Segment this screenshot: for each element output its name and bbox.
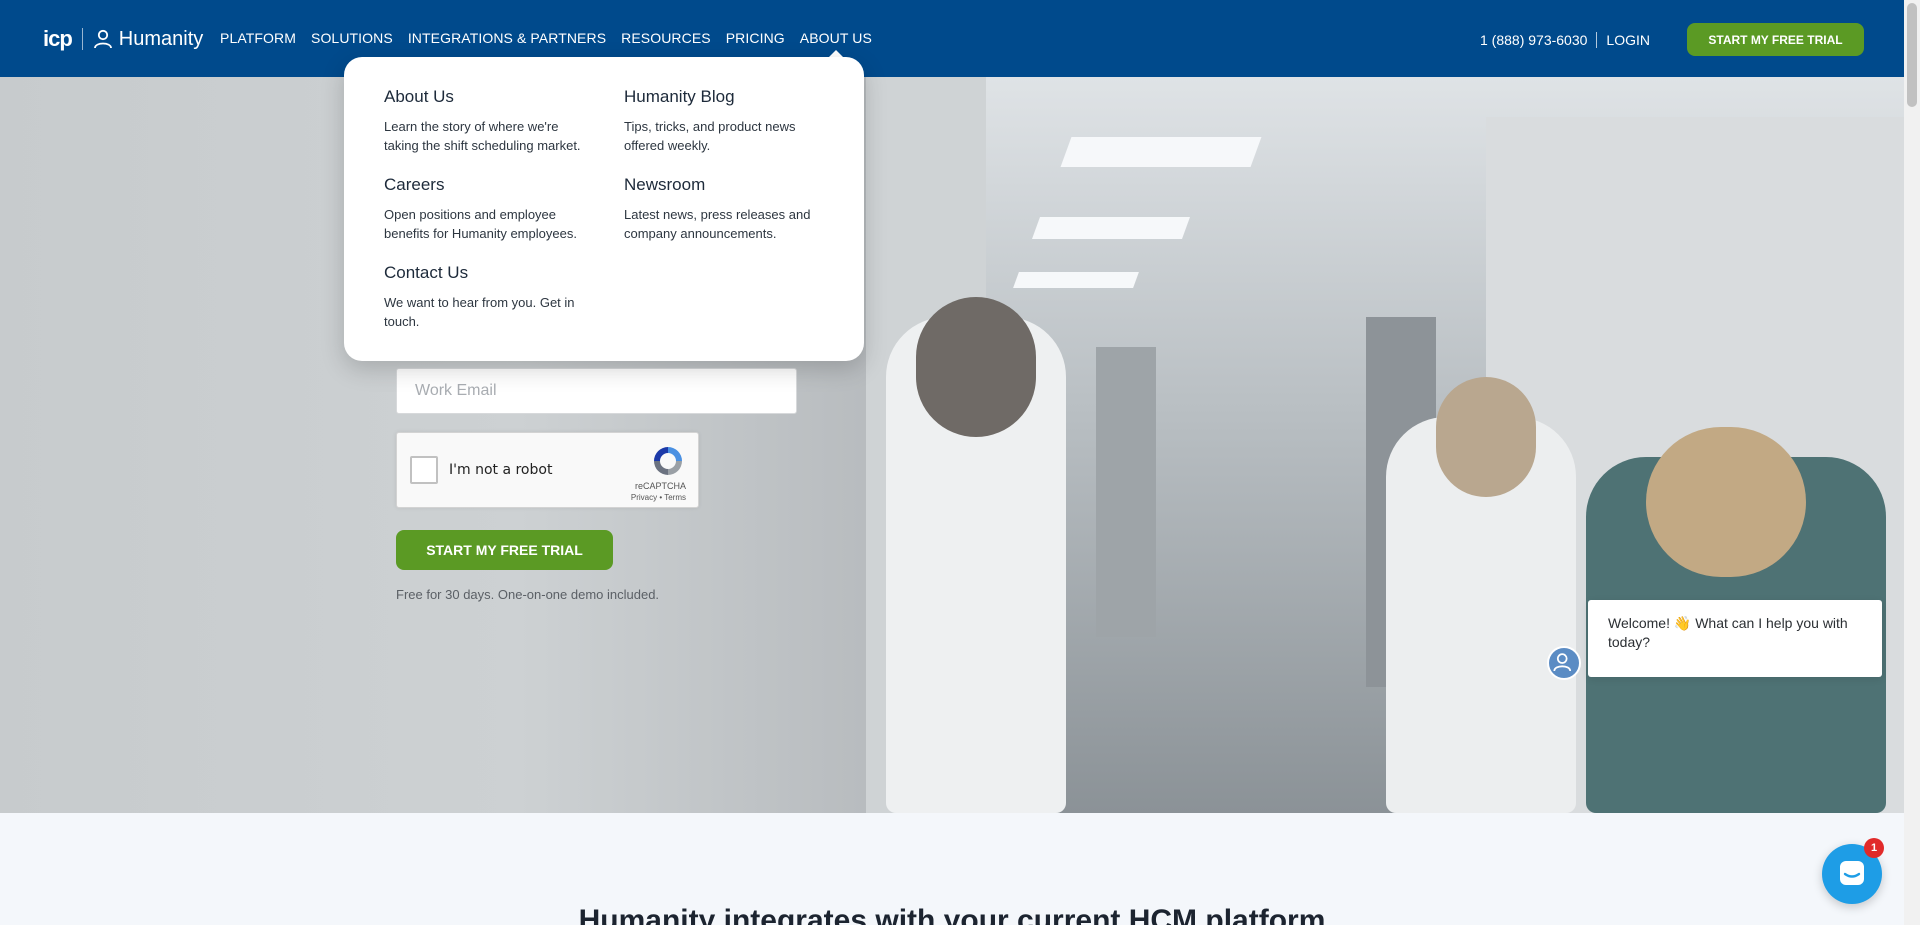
dropdown-item-description: We want to hear from you. Get in touch. bbox=[384, 295, 575, 329]
nurse-hair bbox=[1646, 427, 1806, 577]
nav-platform[interactable]: PLATFORM bbox=[220, 30, 296, 46]
ceiling-light bbox=[1060, 137, 1262, 167]
dropdown-item-description: Latest news, press releases and company … bbox=[624, 207, 811, 241]
dropdown-item-about-us[interactable]: About Us Learn the story of where we're … bbox=[384, 87, 594, 155]
ceiling-light bbox=[1013, 272, 1139, 288]
humanity-logo-text: Humanity bbox=[118, 27, 204, 50]
nav-integrations-partners[interactable]: INTEGRATIONS & PARTNERS bbox=[408, 30, 606, 46]
nav-pricing[interactable]: PRICING bbox=[726, 30, 785, 46]
chat-welcome-message: Welcome! 👋 What can I help you with toda… bbox=[1608, 615, 1848, 650]
dropdown-item-title: Contact Us bbox=[384, 263, 469, 282]
icp-logo-text: icp bbox=[43, 26, 73, 51]
dropdown-item-description: Tips, tricks, and product news offered w… bbox=[624, 119, 796, 153]
recaptcha-brand: reCAPTCHA bbox=[634, 481, 686, 491]
logo-divider bbox=[81, 28, 83, 50]
main-nav: PLATFORM SOLUTIONS INTEGRATIONS & PARTNE… bbox=[220, 30, 872, 58]
dropdown-item-title: Careers bbox=[384, 175, 445, 194]
ceiling-light bbox=[1031, 217, 1191, 239]
free-trial-note: Free for 30 days. One-on-one demo includ… bbox=[396, 587, 660, 602]
scrollbar-thumb[interactable] bbox=[1907, 3, 1917, 107]
dropdown-item-description: Open positions and employee benefits for… bbox=[384, 207, 577, 241]
nav-about-us[interactable]: ABOUT US bbox=[800, 30, 872, 58]
hero-section bbox=[0, 77, 1904, 813]
recaptcha-privacy-terms-links[interactable]: Privacy • Terms bbox=[631, 493, 686, 502]
hero-photo-hospital-staff bbox=[866, 77, 1904, 813]
nav-resources[interactable]: RESOURCES bbox=[621, 30, 711, 46]
work-email-input[interactable] bbox=[396, 368, 797, 414]
recaptcha-logo-icon bbox=[654, 447, 682, 475]
chat-unread-badge: 1 bbox=[1864, 838, 1884, 858]
corridor-door bbox=[1096, 347, 1156, 637]
logo[interactable]: icp Humanity bbox=[43, 26, 203, 52]
chat-welcome-bubble[interactable]: Welcome! 👋 What can I help you with toda… bbox=[1588, 600, 1882, 677]
header-free-trial-button[interactable]: START MY FREE TRIAL bbox=[1687, 23, 1864, 56]
dropdown-item-careers[interactable]: Careers Open positions and employee bene… bbox=[384, 175, 594, 243]
user-icon bbox=[1553, 653, 1572, 672]
header-actions: 1 (888) 973-6030 LOGIN START MY FREE TRI… bbox=[1480, 23, 1864, 56]
recaptcha-label: I'm not a robot bbox=[449, 462, 553, 478]
phone-number-link[interactable]: 1 (888) 973-6030 bbox=[1480, 31, 1598, 48]
dropdown-item-title: About Us bbox=[384, 87, 454, 106]
top-navigation-bar: icp Humanity PLATFORM SOLUTIONS INTEGRAT… bbox=[0, 0, 1904, 77]
nav-solutions[interactable]: SOLUTIONS bbox=[311, 30, 393, 46]
chat-agent-avatar bbox=[1547, 646, 1581, 680]
person-icon bbox=[93, 29, 112, 49]
dropdown-item-title: Humanity Blog bbox=[624, 87, 735, 106]
dropdown-item-contact-us[interactable]: Contact Us We want to hear from you. Get… bbox=[384, 263, 594, 331]
dropdown-item-title: Newsroom bbox=[624, 175, 706, 194]
page-scrollbar[interactable] bbox=[1904, 0, 1920, 925]
login-link[interactable]: LOGIN bbox=[1597, 32, 1650, 48]
about-us-dropdown-menu: About Us Learn the story of where we're … bbox=[344, 57, 864, 361]
recaptcha-checkbox[interactable] bbox=[410, 456, 438, 484]
recaptcha-widget: I'm not a robot reCAPTCHA Privacy • Term… bbox=[396, 432, 699, 508]
doctor-male-head bbox=[916, 297, 1036, 437]
dropdown-item-humanity-blog[interactable]: Humanity Blog Tips, tricks, and product … bbox=[624, 87, 834, 155]
hero-free-trial-button[interactable]: START MY FREE TRIAL bbox=[396, 530, 613, 570]
dropdown-item-newsroom[interactable]: Newsroom Latest news, press releases and… bbox=[624, 175, 834, 243]
doctor-female-head bbox=[1436, 377, 1536, 497]
dropdown-item-description: Learn the story of where we're taking th… bbox=[384, 119, 581, 153]
integrations-section-heading: Humanity integrates with your current HC… bbox=[578, 904, 1326, 925]
